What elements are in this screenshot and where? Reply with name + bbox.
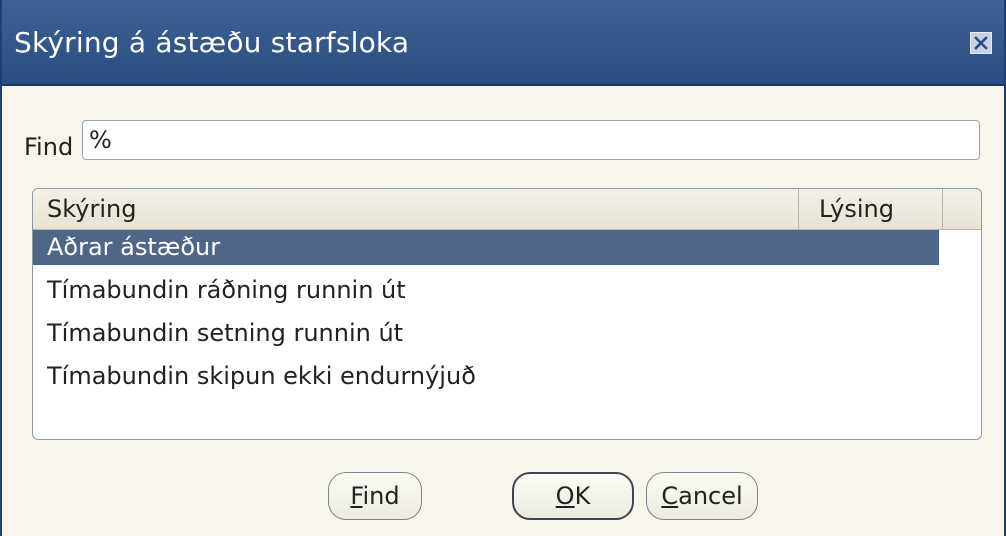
- ok-button[interactable]: OK: [512, 472, 634, 520]
- find-button-label: ind: [362, 482, 400, 510]
- close-button[interactable]: [970, 32, 992, 54]
- list-item[interactable]: Aðrar ástæður: [33, 230, 939, 265]
- find-button[interactable]: Find: [328, 472, 422, 520]
- dialog-window: Skýring á ástæðu starfsloka Find Skýring…: [0, 0, 1006, 536]
- column-header-skyring[interactable]: Skýring: [33, 189, 799, 229]
- column-header-spacer: [943, 189, 981, 229]
- find-button-mnemonic: F: [350, 482, 363, 510]
- list-item[interactable]: Tímabundin setning runnin út: [33, 312, 939, 355]
- cancel-button-label: ancel: [678, 482, 743, 510]
- results-list[interactable]: Skýring Lýsing Aðrar ástæður Tímabundin …: [32, 188, 982, 440]
- list-item[interactable]: Tímabundin ráðning runnin út: [33, 269, 939, 312]
- ok-button-mnemonic: O: [555, 482, 575, 510]
- find-label: Find: [24, 133, 74, 161]
- title-bar: Skýring á ástæðu starfsloka: [2, 0, 1004, 86]
- list-header: Skýring Lýsing: [33, 189, 981, 230]
- list-item[interactable]: Tímabundin skipun ekki endurnýjuð: [33, 355, 939, 398]
- dialog-title: Skýring á ástæðu starfsloka: [14, 26, 410, 59]
- cancel-button[interactable]: Cancel: [646, 472, 758, 520]
- ok-button-label: K: [574, 482, 591, 510]
- close-icon: [974, 36, 988, 50]
- cancel-button-mnemonic: C: [661, 482, 679, 510]
- column-header-lysing[interactable]: Lýsing: [799, 189, 943, 229]
- list-rows: Aðrar ástæður Tímabundin ráðning runnin …: [33, 230, 981, 398]
- find-input[interactable]: [82, 120, 980, 160]
